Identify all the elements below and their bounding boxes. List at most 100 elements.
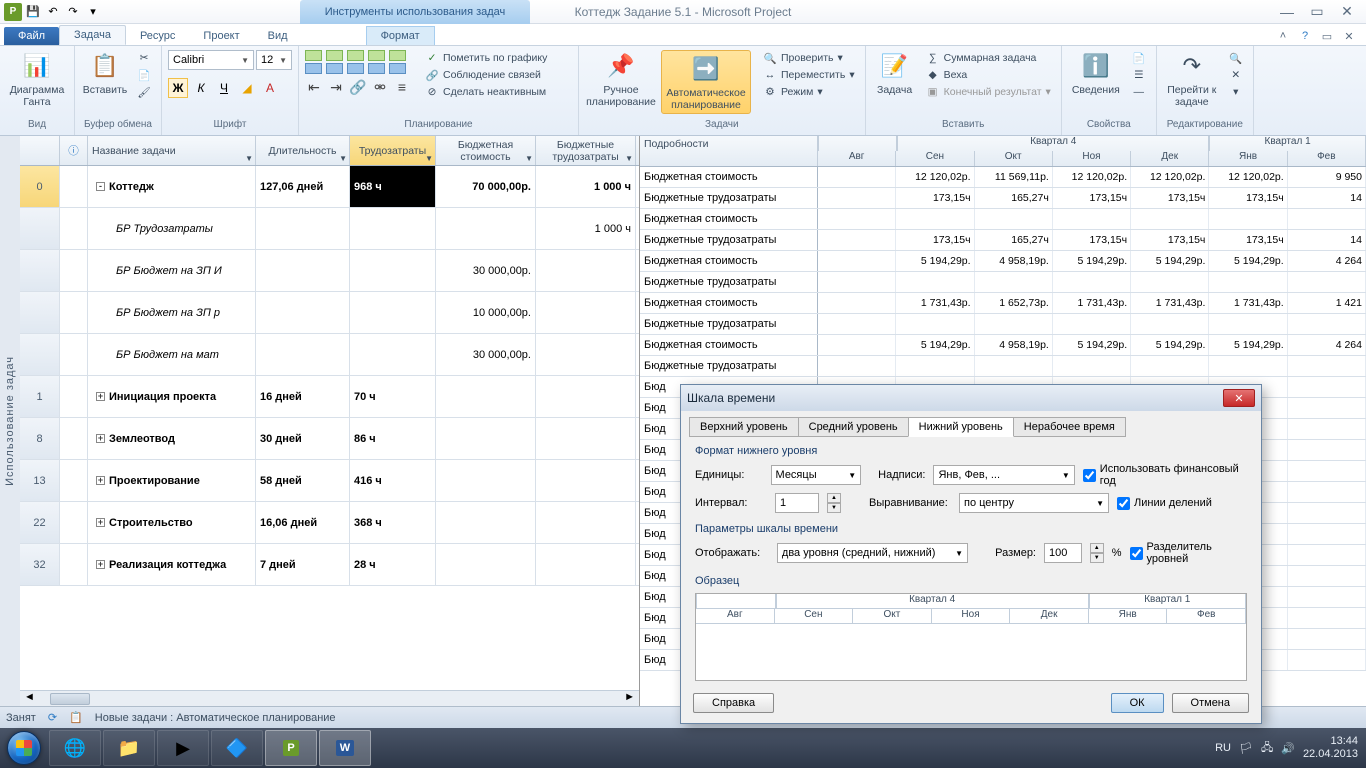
- col-indicator[interactable]: ⓘ: [60, 136, 88, 165]
- dlg-tab-bottom[interactable]: Нижний уровень: [908, 417, 1014, 437]
- bwork-cell[interactable]: [536, 250, 636, 291]
- task-name-cell[interactable]: +Строительство: [88, 502, 256, 543]
- dialog-titlebar[interactable]: Шкала времени ✕: [681, 385, 1261, 411]
- work-cell[interactable]: [350, 208, 436, 249]
- row-number[interactable]: 13: [20, 460, 60, 501]
- tp-cell[interactable]: 1 652,73р.: [975, 293, 1053, 313]
- duration-cell[interactable]: [256, 208, 350, 249]
- restore-icon[interactable]: ▭: [1306, 3, 1328, 21]
- mark-on-track-button[interactable]: ✓Пометить по графику: [421, 50, 551, 66]
- tp-cell[interactable]: 165,27ч: [975, 188, 1053, 208]
- tab-task[interactable]: Задача: [59, 25, 126, 45]
- tp-cell[interactable]: [818, 188, 896, 208]
- interval-spinner[interactable]: 1: [775, 493, 819, 513]
- tp-cell[interactable]: 12 120,02р.: [1131, 167, 1209, 187]
- tp-cell[interactable]: 165,27ч: [975, 230, 1053, 250]
- duration-cell[interactable]: 58 дней: [256, 460, 350, 501]
- cancel-button[interactable]: Отмена: [1172, 693, 1249, 713]
- task-row[interactable]: 8+Землеотвод30 дней86 ч: [20, 418, 639, 460]
- dialog-close-button[interactable]: ✕: [1223, 389, 1255, 407]
- cut-button[interactable]: ✂: [133, 50, 155, 66]
- align-combo[interactable]: по центру▼: [959, 493, 1109, 513]
- bcost-cell[interactable]: 30 000,00р.: [436, 250, 536, 291]
- tp-cell[interactable]: 1 731,43р.: [1053, 293, 1131, 313]
- tp-cell[interactable]: [1288, 398, 1366, 418]
- auto-schedule-button[interactable]: ➡️ Автоматическое планирование: [661, 50, 751, 114]
- task-name-cell[interactable]: БР Бюджет на мат: [88, 334, 256, 375]
- copy-button[interactable]: 📄: [133, 67, 155, 83]
- tray-flag-icon[interactable]: 🏳: [1239, 742, 1253, 755]
- tp-cell[interactable]: [818, 314, 896, 334]
- tp-cell[interactable]: 4 958,19р.: [975, 251, 1053, 271]
- duration-cell[interactable]: [256, 292, 350, 333]
- scroll-to-task-button[interactable]: ↷ Перейти к задаче: [1163, 50, 1221, 108]
- tp-cell[interactable]: [1053, 314, 1131, 334]
- tp-cell[interactable]: [975, 272, 1053, 292]
- qat-more-icon[interactable]: ▾: [84, 3, 102, 21]
- undo-icon[interactable]: ↶: [44, 3, 62, 21]
- clear-button[interactable]: ✕: [1225, 67, 1247, 83]
- tp-cell[interactable]: 5 194,29р.: [896, 335, 974, 355]
- bwork-cell[interactable]: [536, 334, 636, 375]
- task-name-cell[interactable]: БР Трудозатраты: [88, 208, 256, 249]
- tp-cell[interactable]: [896, 314, 974, 334]
- minimize-icon[interactable]: —: [1276, 3, 1298, 21]
- font-color-button[interactable]: A: [260, 78, 280, 98]
- spin-down[interactable]: ▼: [827, 503, 841, 513]
- task-row[interactable]: БР Бюджет на ЗП р10 000,00р.: [20, 292, 639, 334]
- tp-cell[interactable]: [1288, 440, 1366, 460]
- task-row[interactable]: БР Бюджет на ЗП И30 000,00р.: [20, 250, 639, 292]
- tp-cell[interactable]: 14: [1288, 230, 1366, 250]
- bwork-cell[interactable]: [536, 418, 636, 459]
- tp-cell[interactable]: 173,15ч: [1209, 230, 1287, 250]
- tp-cell[interactable]: 5 194,29р.: [1131, 251, 1209, 271]
- tp-cell[interactable]: [1053, 209, 1131, 229]
- work-cell[interactable]: 368 ч: [350, 502, 436, 543]
- taskbar-app1[interactable]: 🔷: [211, 730, 263, 766]
- bcost-cell[interactable]: [436, 208, 536, 249]
- close-workbook-icon[interactable]: ✕: [1340, 27, 1358, 45]
- row-number[interactable]: 0: [20, 166, 60, 207]
- tp-cell[interactable]: 173,15ч: [1131, 230, 1209, 250]
- tray-clock[interactable]: 13:44 22.04.2013: [1303, 735, 1358, 761]
- information-button[interactable]: ℹ️ Сведения: [1068, 50, 1124, 96]
- duration-cell[interactable]: [256, 250, 350, 291]
- window-options-icon[interactable]: ▭: [1318, 27, 1336, 45]
- tp-cell[interactable]: [1209, 272, 1287, 292]
- work-cell[interactable]: 416 ч: [350, 460, 436, 501]
- tp-cell[interactable]: 4 264: [1288, 335, 1366, 355]
- month-header[interactable]: Окт: [975, 151, 1053, 166]
- fill-color-button[interactable]: ◢: [237, 78, 257, 98]
- separator-checkbox[interactable]: Разделитель уровней: [1130, 541, 1248, 565]
- work-cell[interactable]: 70 ч: [350, 376, 436, 417]
- task-row[interactable]: 32+Реализация коттеджа7 дней28 ч: [20, 544, 639, 586]
- work-cell[interactable]: 28 ч: [350, 544, 436, 585]
- help-icon[interactable]: ?: [1296, 27, 1314, 45]
- tp-cell[interactable]: [1053, 272, 1131, 292]
- tab-resource[interactable]: Ресурс: [126, 27, 189, 45]
- tp-cell[interactable]: 11 569,11р.: [975, 167, 1053, 187]
- tp-cell[interactable]: [818, 230, 896, 250]
- duration-cell[interactable]: 30 дней: [256, 418, 350, 459]
- milestone-button[interactable]: ◆Веха: [922, 67, 1055, 83]
- task-name-cell[interactable]: +Землеотвод: [88, 418, 256, 459]
- tp-cell[interactable]: 12 120,02р.: [896, 167, 974, 187]
- tp-cell[interactable]: [1288, 545, 1366, 565]
- format-painter-button[interactable]: 🖌: [133, 84, 155, 100]
- tp-cell[interactable]: 12 120,02р.: [1209, 167, 1287, 187]
- dlg-tab-top[interactable]: Верхний уровень: [689, 417, 799, 437]
- left-scrollbar[interactable]: ◄►: [20, 690, 639, 706]
- bcost-cell[interactable]: 10 000,00р.: [436, 292, 536, 333]
- bwork-cell[interactable]: [536, 460, 636, 501]
- tp-cell[interactable]: [1131, 272, 1209, 292]
- tp-cell[interactable]: 1 731,43р.: [1209, 293, 1287, 313]
- work-cell[interactable]: 968 ч: [350, 166, 436, 207]
- duration-cell[interactable]: 127,06 дней: [256, 166, 350, 207]
- tp-cell[interactable]: [818, 335, 896, 355]
- underline-button[interactable]: Ч: [214, 78, 234, 98]
- start-button[interactable]: [0, 728, 48, 768]
- tp-cell[interactable]: 173,15ч: [1053, 188, 1131, 208]
- duration-cell[interactable]: [256, 334, 350, 375]
- taskbar-ie[interactable]: 🌐: [49, 730, 101, 766]
- italic-button[interactable]: К: [191, 78, 211, 98]
